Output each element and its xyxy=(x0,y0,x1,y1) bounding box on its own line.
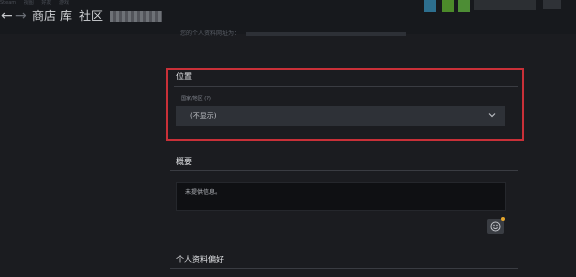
menu-item-steam[interactable]: Steam xyxy=(0,0,16,6)
menu-item-games[interactable]: 游戏 xyxy=(59,0,69,6)
emoticon-badge xyxy=(501,217,505,221)
summary-textarea[interactable]: 未提供信息。 xyxy=(176,182,506,211)
friends-icon[interactable] xyxy=(442,0,454,12)
menu-item-friends[interactable]: 好友 xyxy=(41,0,51,6)
window-menu: Steam 视图 好友 游戏 xyxy=(0,0,120,6)
back-arrow-icon[interactable]: ← xyxy=(1,8,13,24)
location-highlight-box xyxy=(166,68,524,141)
country-select-value: (不显示) xyxy=(190,112,217,120)
emoticon-button[interactable] xyxy=(487,217,505,234)
nav-community-link[interactable]: 社区 xyxy=(79,9,103,23)
country-field-label: 国家/地区 (?) xyxy=(181,96,211,102)
notification-icon[interactable] xyxy=(424,0,436,12)
nav-store-link[interactable]: 商店 xyxy=(32,9,56,23)
summary-divider xyxy=(170,170,518,171)
top-navigation-bar: Steam 视图 好友 游戏 ← → 商店 库 社区 xyxy=(0,0,576,34)
preferences-divider xyxy=(170,268,518,269)
nav-library-link[interactable]: 库 xyxy=(60,9,72,23)
forward-arrow-icon[interactable]: → xyxy=(15,8,27,24)
profile-url-hint: 您的个人资料网址为： xyxy=(180,30,420,38)
location-heading: 位置 xyxy=(176,72,192,81)
window-control[interactable] xyxy=(543,0,561,9)
menu-item-view[interactable]: 视图 xyxy=(24,0,34,6)
chevron-down-icon xyxy=(488,113,496,118)
profile-preferences-heading: 个人资料偏好 xyxy=(176,255,224,264)
location-divider xyxy=(174,86,518,87)
account-avatar[interactable] xyxy=(474,0,536,10)
country-select[interactable]: (不显示) xyxy=(176,106,505,126)
username-blurred[interactable] xyxy=(110,11,162,22)
emoticon-icon xyxy=(490,221,501,232)
summary-text: 未提供信息。 xyxy=(185,189,222,196)
downloads-icon[interactable] xyxy=(458,0,470,12)
summary-heading: 概要 xyxy=(176,157,192,166)
profile-url-hint-text: 您的个人资料网址为： xyxy=(180,30,241,37)
profile-url-blurred xyxy=(246,31,407,36)
